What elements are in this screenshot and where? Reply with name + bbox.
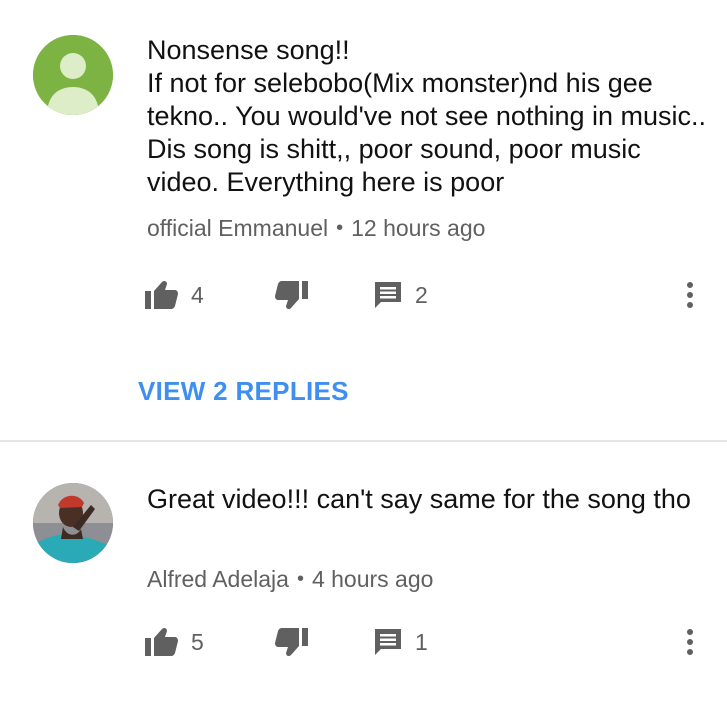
comment-text: Great video!!! can't say same for the so… (147, 484, 691, 514)
thumbs-up-icon (145, 627, 178, 656)
more-options-button[interactable] (678, 275, 702, 315)
reply-button[interactable]: 1 (373, 622, 428, 662)
user-photo-icon (33, 483, 113, 563)
like-button[interactable]: 5 (145, 622, 204, 662)
comment-text: Nonsense song!! If not for selebobo(Mix … (147, 35, 707, 197)
default-avatar-icon (33, 35, 113, 115)
author-name[interactable]: Alfred Adelaja (147, 566, 289, 592)
more-vertical-icon (687, 629, 693, 655)
thumbs-down-icon (275, 281, 308, 310)
divider (0, 440, 727, 442)
dislike-button[interactable] (274, 275, 308, 315)
like-button[interactable]: 4 (145, 275, 204, 315)
reply-button[interactable]: 2 (373, 275, 428, 315)
dislike-button[interactable] (274, 622, 308, 662)
like-count: 5 (191, 628, 204, 655)
comment-actions: 5 1 (0, 622, 727, 662)
like-count: 4 (191, 281, 204, 308)
thumbs-up-icon (145, 280, 178, 309)
comment-meta: Alfred Adelaja • 4 hours ago (147, 566, 433, 593)
reply-count: 1 (415, 628, 428, 655)
comment-icon (375, 282, 401, 308)
comment-meta: official Emmanuel • 12 hours ago (147, 215, 485, 242)
reply-count: 2 (415, 281, 428, 308)
comment-timestamp: 12 hours ago (351, 215, 486, 241)
comment-icon (375, 629, 401, 655)
view-replies-link[interactable]: VIEW 2 REPLIES (138, 376, 349, 407)
thumbs-down-icon (275, 628, 308, 657)
avatar[interactable] (33, 483, 113, 563)
comment-timestamp: 4 hours ago (311, 566, 434, 592)
avatar[interactable] (33, 35, 113, 115)
more-options-button[interactable] (678, 622, 702, 662)
author-name[interactable]: official Emmanuel (147, 215, 328, 241)
comment-actions: 4 2 (0, 275, 727, 315)
meta-separator: • (336, 217, 344, 239)
more-vertical-icon (687, 282, 693, 308)
meta-separator: • (296, 568, 304, 590)
